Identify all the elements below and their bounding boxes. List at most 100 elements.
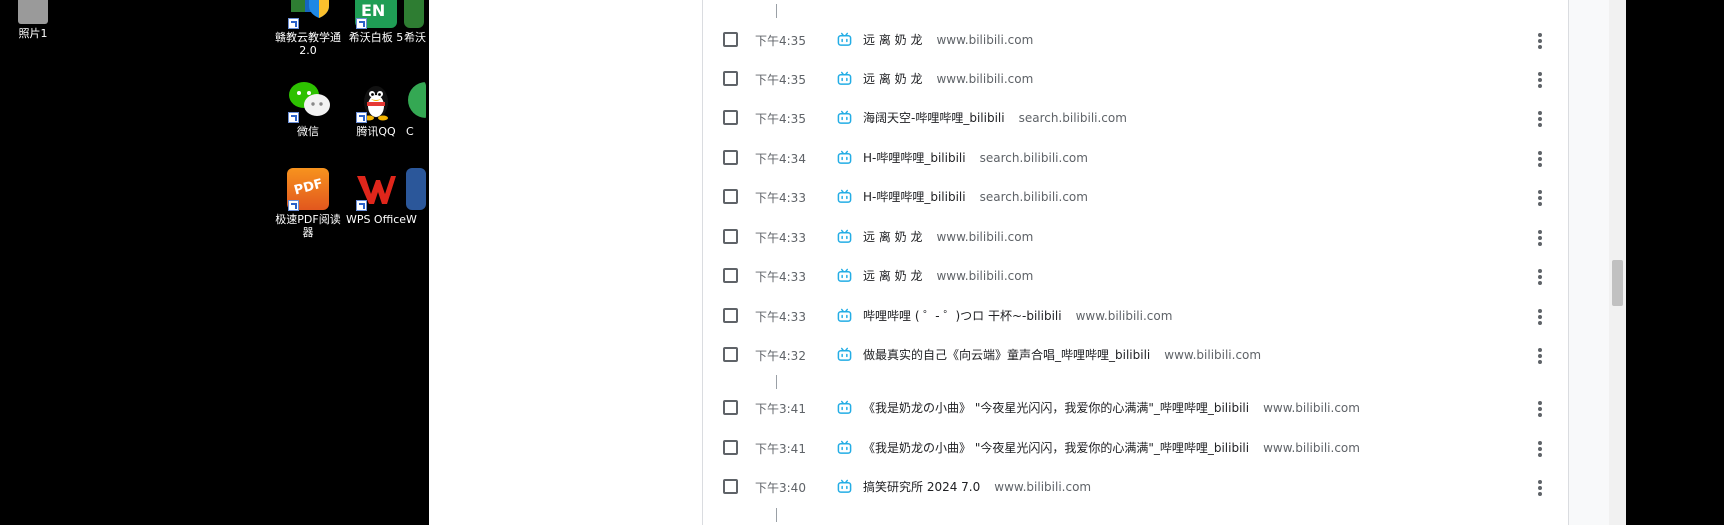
desktop-icon-wechat[interactable]: 微信 [272,80,344,138]
history-list-card: 下午4:35 远 离 奶 龙 www.bilibili.com 下午4:35 远 离 奶… [702,0,1569,525]
page-title-link[interactable]: 海阔天空-哔哩哔哩_bilibili search.bilibili.com [863,109,1127,126]
page-title-link[interactable]: H-哔哩哔哩_bilibili search.bilibili.com [863,188,1088,205]
desktop-icon-photo[interactable]: 照片1 [0,0,69,40]
row-checkbox[interactable] [723,71,738,86]
seewo-app-icon: EN [355,0,397,29]
more-actions-icon[interactable] [1531,148,1549,168]
more-actions-icon[interactable] [1531,187,1549,207]
page-title-link[interactable]: 远 离 奶 龙 www.bilibili.com [863,267,1033,284]
history-row[interactable]: 下午4:33 远 离 奶 龙 www.bilibili.com [703,217,1568,256]
page-title-link[interactable]: 哔哩哔哩 ( ゜- ゜)つロ 干杯~-bilibili www.bilibili.… [863,307,1172,324]
desktop-icon-wps[interactable]: WPS Office [340,168,412,226]
history-row[interactable]: 下午4:33 远 离 奶 龙 www.bilibili.com [703,256,1568,295]
page-title-text: 远 离 奶 龙 [863,33,923,47]
history-row[interactable]: 下午3:41 《我是奶龙の小曲》 "今夜星光闪闪，我爱你的心满满"_哔哩哔哩_bi… [703,388,1568,427]
day-separator-line [776,375,777,389]
shortcut-arrow-icon [288,18,299,29]
more-actions-icon[interactable] [1531,108,1549,128]
bilibili-favicon-icon [837,308,852,322]
page-domain: www.bilibili.com [1075,309,1173,323]
row-checkbox[interactable] [723,189,738,204]
page-title-link[interactable]: 搞笑研究所 2024 7.0 www.bilibili.com [863,478,1091,495]
page-title-link[interactable]: 远 离 奶 龙 www.bilibili.com [863,70,1033,87]
row-checkbox[interactable] [723,479,738,494]
more-actions-icon[interactable] [1531,345,1549,365]
desktop-icon-label: C [406,125,414,138]
page-domain: www.bilibili.com [1263,441,1360,455]
scrollbar-thumb[interactable] [1612,260,1623,306]
history-row[interactable]: 下午4:33 H-哔哩哔哩_bilibili search.bilibili.com [703,177,1568,216]
more-actions-icon[interactable] [1531,227,1549,247]
row-checkbox[interactable] [723,110,738,125]
shortcut-arrow-icon [288,112,299,123]
more-actions-icon[interactable] [1531,306,1549,326]
desktop-icon-label: 腾讯QQ [356,125,396,138]
visit-time: 下午4:35 [755,73,806,87]
photo-file-icon [18,0,48,24]
page-title-link[interactable]: 《我是奶龙の小曲》 "今夜星光闪闪，我爱你的心满满"_哔哩哔哩_bilibili… [863,399,1360,416]
page-domain: www.bilibili.com [936,72,1034,86]
more-actions-icon[interactable] [1531,438,1549,458]
page-title-text: H-哔哩哔哩_bilibili [863,190,966,204]
bilibili-favicon-icon [837,347,852,361]
history-row[interactable]: 下午4:34 H-哔哩哔哩_bilibili search.bilibili.com [703,138,1568,177]
history-row[interactable]: 下午4:35 远 离 奶 龙 www.bilibili.com [703,20,1568,59]
page-title-link[interactable]: 远 离 奶 龙 www.bilibili.com [863,31,1033,48]
desktop-icon-qq[interactable]: 腾讯QQ [340,80,412,138]
more-actions-icon[interactable] [1531,398,1549,418]
page-domain: www.bilibili.com [936,230,1034,244]
page-title-link[interactable]: 《我是奶龙の小曲》 "今夜星光闪闪，我爱你的心满满"_哔哩哔哩_bilibili… [863,439,1360,456]
page-title-link[interactable]: 远 离 奶 龙 www.bilibili.com [863,228,1033,245]
more-actions-icon[interactable] [1531,477,1549,497]
row-checkbox[interactable] [723,308,738,323]
qq-penguin-icon [355,80,397,123]
row-checkbox[interactable] [723,229,738,244]
day-separator-line [776,4,777,18]
seewo-app-icon [404,0,424,28]
page-title-link[interactable]: H-哔哩哔哩_bilibili search.bilibili.com [863,149,1088,166]
desktop-icon-chrome[interactable]: C [406,80,429,138]
desktop-icon-label: 极速PDF阅读器 [275,213,341,239]
history-row[interactable]: 下午3:41 《我是奶龙の小曲》 "今夜星光闪闪，我爱你的心满满"_哔哩哔哩_bi… [703,428,1568,467]
desktop-icon-seewo-2[interactable]: 希沃 [404,0,429,44]
page-title-text: 做最真实的自己《向云端》童声合唱_哔哩哔哩_bilibili [863,348,1151,362]
visit-time: 下午4:32 [755,349,806,363]
row-checkbox[interactable] [723,32,738,47]
bilibili-favicon-icon [837,110,852,124]
page-domain: search.bilibili.com [979,151,1088,165]
desktop-icon-ganjiaoyun[interactable]: 赣教云教学通 2.0 [272,0,344,57]
wechat-icon [287,80,330,123]
page-title-text: 远 离 奶 龙 [863,230,923,244]
page-title-text: 《我是奶龙の小曲》 "今夜星光闪闪，我爱你的心满满"_哔哩哔哩_bilibili [863,401,1250,415]
bilibili-favicon-icon [837,229,852,243]
row-checkbox[interactable] [723,400,738,415]
page-title-text: 海阔天空-哔哩哔哩_bilibili [863,111,1005,125]
more-actions-icon[interactable] [1531,266,1549,286]
visit-time: 下午4:34 [755,152,806,166]
page-title-text: 《我是奶龙の小曲》 "今夜星光闪闪，我爱你的心满满"_哔哩哔哩_bilibili [863,441,1250,455]
bilibili-favicon-icon [837,479,852,493]
wps-logo-icon [355,168,397,211]
row-checkbox[interactable] [723,268,738,283]
row-checkbox[interactable] [723,150,738,165]
bilibili-favicon-icon [837,150,852,164]
page-title-link[interactable]: 做最真实的自己《向云端》童声合唱_哔哩哔哩_bilibili www.bilibi… [863,346,1261,363]
row-checkbox[interactable] [723,347,738,362]
visit-time: 下午4:33 [755,310,806,324]
history-row[interactable]: 下午4:33 哔哩哔哩 ( ゜- ゜)つロ 干杯~-bilibili www.bil… [703,296,1568,335]
history-row[interactable]: 下午3:40 搞笑研究所 2024 7.0 www.bilibili.com [703,467,1568,506]
chrome-icon [406,80,426,122]
history-row[interactable]: 下午4:35 远 离 奶 龙 www.bilibili.com [703,59,1568,98]
history-row[interactable]: 下午4:35 海阔天空-哔哩哔哩_bilibili search.bilibili.… [703,98,1568,137]
bilibili-favicon-icon [837,268,852,282]
row-checkbox[interactable] [723,440,738,455]
desktop-icon-word[interactable]: W [406,168,429,226]
history-row[interactable]: 下午4:32 做最真实的自己《向云端》童声合唱_哔哩哔哩_bilibili www.… [703,335,1568,374]
visit-time: 下午3:41 [755,402,806,416]
more-actions-icon[interactable] [1531,69,1549,89]
visit-time: 下午4:33 [755,270,806,284]
desktop-icon-seewo[interactable]: EN 希沃白板 5 [340,0,412,44]
more-actions-icon[interactable] [1531,30,1549,50]
browser-window: 下午4:35 远 离 奶 龙 www.bilibili.com 下午4:35 远 离 奶… [429,0,1626,525]
desktop-icon-pdf-reader[interactable]: PDF 极速PDF阅读器 [272,168,344,239]
